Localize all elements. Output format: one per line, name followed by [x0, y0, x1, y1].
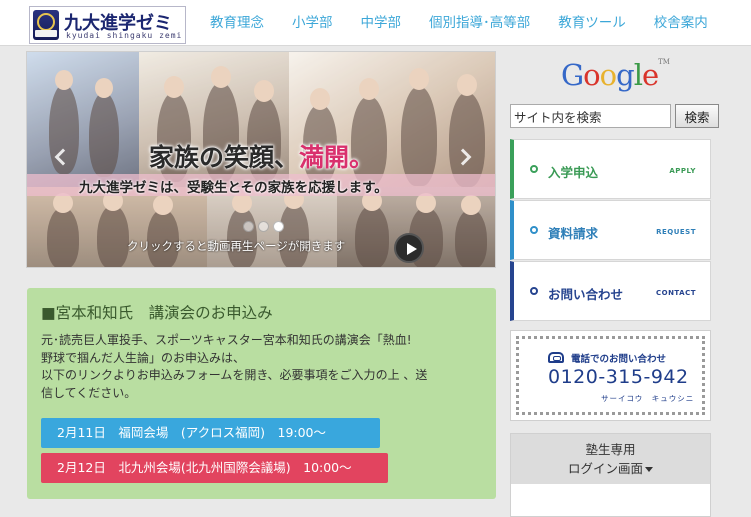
fukuoka-venue-button[interactable]: 2月11日 福岡会場 (アクロス福岡) 19:00～	[41, 418, 380, 448]
search-button[interactable]: 検索	[675, 104, 719, 128]
side-item-sublabel: CONTACT	[655, 289, 696, 297]
hero-slider[interactable]: 家族の笑顔、満開。 九大進学ゼミは、受験生とその家族を応援します。 クリックする…	[26, 51, 496, 268]
side-item-contact[interactable]: お問い合わせ CONTACT	[510, 261, 711, 321]
side-menu: 入学申込 APPLY 資料請求 REQUEST お問い合わせ CONTACT	[510, 139, 711, 322]
phone-contact-box[interactable]: 電話でのお問い合わせ 0120-315-942 サーイコウ キュウシニ	[510, 330, 711, 421]
main-nav: 教育理念 小学部 中学部 個別指導･高等部 教育ツール 校舎案内	[196, 0, 722, 46]
arrow-right-icon[interactable]	[454, 147, 473, 169]
nav-item-junior-high[interactable]: 中学部	[347, 0, 416, 46]
play-icon[interactable]	[394, 233, 424, 263]
site-header: 九大進学ゼミ kyudai shingaku zemi 教育理念 小学部 中学部…	[0, 0, 751, 46]
nav-item-campus[interactable]: 校舎案内	[640, 0, 722, 46]
google-tm: TM	[658, 58, 670, 66]
phone-number: 0120-315-942	[548, 366, 689, 388]
student-login-box: 塾生専用 ログイン画面	[510, 433, 711, 517]
phone-label: 電話でのお問い合わせ	[571, 354, 667, 365]
login-line-1: 塾生専用	[585, 442, 636, 457]
slide-dot-1[interactable]	[243, 221, 254, 232]
slide-dot-3[interactable]	[273, 221, 284, 232]
slide-caption[interactable]: クリックすると動画再生ページが開きます	[127, 238, 345, 254]
slide-headline-accent: 満開。	[299, 143, 375, 172]
nav-item-philosophy[interactable]: 教育理念	[196, 0, 278, 46]
kitakyushu-venue-button[interactable]: 2月12日 北九州会場(北九州国際会議場) 10:00～	[41, 453, 388, 483]
side-item-sublabel: REQUEST	[656, 228, 696, 236]
google-wordmark: G	[561, 58, 584, 92]
side-item-sublabel: APPLY	[669, 167, 696, 175]
nav-item-elementary[interactable]: 小学部	[278, 0, 347, 46]
login-line-2-wrap: ログイン画面	[511, 459, 710, 478]
bullet-icon	[530, 226, 538, 234]
slide-dot-2[interactable]	[258, 221, 269, 232]
lecture-title: ■宮本和知氏 講演会のお申込み	[41, 304, 273, 322]
arrow-left-icon[interactable]	[51, 147, 72, 169]
slide-headline: 家族の笑顔、満開。	[149, 143, 375, 172]
phone-kana: サーイコウ キュウシニ	[601, 394, 695, 403]
side-item-label: 入学申込	[548, 165, 599, 180]
login-line-2: ログイン画面	[567, 461, 643, 476]
phone-box-border: 電話でのお問い合わせ 0120-315-942 サーイコウ キュウシニ	[516, 336, 705, 415]
caret-down-icon	[645, 467, 653, 472]
slide-subline: 九大進学ゼミは、受験生とその家族を応援します。	[79, 180, 388, 196]
student-login-toggle[interactable]: 塾生専用 ログイン画面	[511, 434, 710, 484]
bullet-icon	[530, 287, 538, 295]
lecture-body-line: 元･読売巨人軍投手、スポーツキャスター宮本和知氏の講演会「熱血!	[41, 333, 412, 347]
site-logo[interactable]: 九大進学ゼミ kyudai shingaku zemi	[29, 6, 186, 44]
nav-item-individual-high[interactable]: 個別指導･高等部	[415, 0, 544, 46]
slide-dots	[243, 221, 284, 232]
school-crest-icon	[33, 10, 59, 40]
bullet-icon	[530, 165, 538, 173]
side-item-request[interactable]: 資料請求 REQUEST	[510, 200, 711, 260]
phone-icon	[548, 352, 564, 363]
lecture-body: 元･読売巨人軍投手、スポーツキャスター宮本和知氏の講演会「熱血! 野球で掴んだ人…	[41, 332, 481, 402]
side-item-label: お問い合わせ	[548, 287, 624, 302]
lecture-panel: ■宮本和知氏 講演会のお申込み 元･読売巨人軍投手、スポーツキャスター宮本和知氏…	[27, 288, 496, 499]
google-logo: GoogleTM	[561, 58, 670, 92]
site-search-input[interactable]	[510, 104, 671, 128]
logo-subtitle: kyudai shingaku zemi	[66, 31, 183, 40]
lecture-body-line: 以下のリンクよりお申込みフォームを開き、必要事項をご入力の上 、送	[41, 368, 428, 382]
lecture-body-line: 野球で掴んだ人生論」のお申込みは、	[41, 350, 246, 365]
nav-item-tools[interactable]: 教育ツール	[544, 0, 640, 46]
side-item-label: 資料請求	[548, 226, 599, 241]
lecture-body-line: 信してください。	[41, 385, 137, 400]
side-item-apply[interactable]: 入学申込 APPLY	[510, 139, 711, 199]
